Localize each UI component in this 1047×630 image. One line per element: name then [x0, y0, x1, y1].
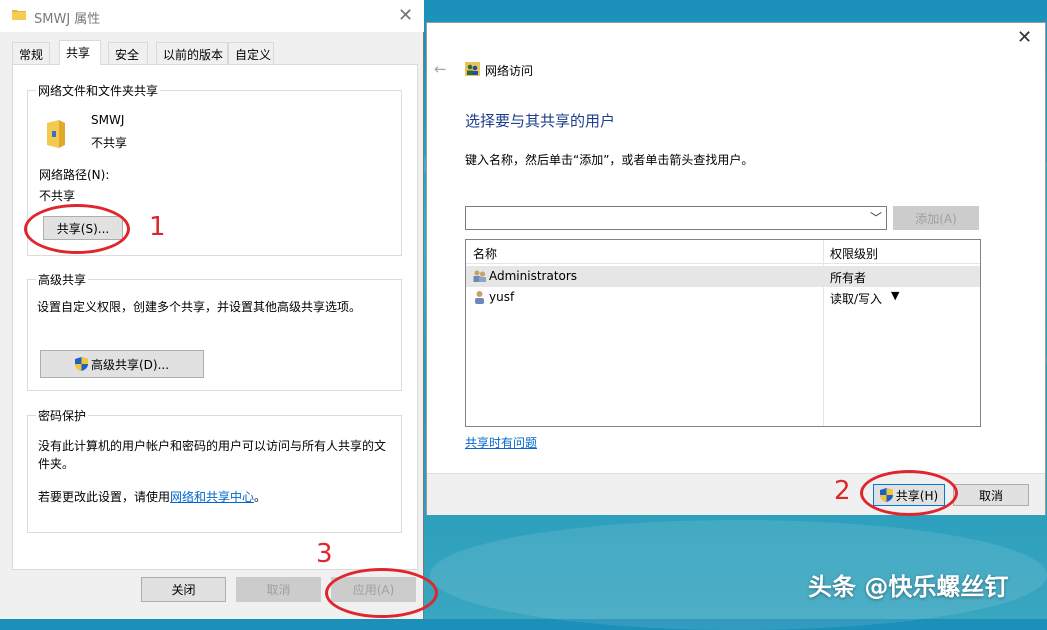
user-icon: [475, 291, 484, 304]
back-arrow-icon[interactable]: ←: [434, 60, 447, 78]
dialog-heading: 选择要与其共享的用户: [465, 112, 616, 130]
network-users-icon: [465, 62, 480, 76]
dialog-title: 网络访问: [485, 64, 534, 78]
tab-customize[interactable]: 自定义: [228, 42, 274, 64]
group-title: 网络文件和文件夹共享: [36, 82, 161, 99]
chevron-down-icon[interactable]: ﹀: [870, 209, 882, 226]
user-row[interactable]: Administrators 所有者: [466, 266, 980, 287]
advanced-sharing-group: 高级共享 设置自定义权限，创建多个共享，并设置其他高级共享选项。 高级共享(D)…: [27, 271, 402, 391]
password-description-line1: 没有此计算机的用户帐户和密码的用户可以访问与所有人共享的文: [38, 439, 387, 453]
user-permission: 所有者: [830, 271, 867, 285]
annotation-number-2: 2: [834, 476, 851, 506]
share-status: 不共享: [91, 136, 128, 150]
tab-sharing[interactable]: 共享: [59, 40, 101, 65]
annotation-ring-3: [325, 568, 438, 618]
tab-previous-versions[interactable]: 以前的版本: [156, 42, 228, 64]
group-title: 高级共享: [36, 271, 89, 288]
change-setting-text: 若要更改此设置，请使用网络和共享中心。: [38, 490, 267, 504]
sharing-tab-panel: 网络文件和文件夹共享 SMWJ 不共享 网络路径(N): 不共享 共享(S)..…: [12, 64, 418, 570]
watermark-text: 头条 @快乐螺丝钉: [808, 573, 1009, 601]
annotation-number-1: 1: [149, 212, 166, 242]
user-list: 名称 权限级别 Administrators 所有者 yusf 读取/写入 ▼: [465, 239, 981, 427]
annotation-ring-1: [24, 204, 130, 254]
password-description-line2: 件夹。: [38, 457, 75, 471]
add-button[interactable]: 添加(A): [893, 206, 979, 230]
dialog-instruction: 键入名称，然后单击“添加”，或者单击箭头查找用户。: [465, 153, 754, 167]
dialog-cancel-button[interactable]: 取消: [953, 484, 1029, 506]
close-icon[interactable]: ✕: [398, 5, 413, 26]
column-header-name[interactable]: 名称: [473, 245, 497, 262]
sharing-problems-link[interactable]: 共享时有问题: [465, 434, 537, 451]
network-path-value: 不共享: [39, 189, 76, 203]
user-permission[interactable]: 读取/写入: [830, 290, 882, 307]
advanced-sharing-description: 设置自定义权限，创建多个共享，并设置其他高级共享选项。: [37, 300, 362, 314]
permission-dropdown-icon[interactable]: ▼: [891, 289, 899, 302]
annotation-ring-2: [860, 470, 958, 516]
uac-shield-icon: [74, 357, 88, 371]
network-sharing-center-link[interactable]: 网络和共享中心: [170, 490, 254, 504]
folder-icon: [12, 10, 26, 20]
user-name: Administrators: [489, 269, 578, 283]
network-path-label: 网络路径(N):: [39, 168, 110, 182]
window-title: SMWJ 属性: [34, 12, 101, 27]
shared-folder-icon: [47, 120, 65, 148]
user-name-combobox[interactable]: ﹀: [465, 206, 887, 230]
network-access-dialog: ✕ ← 网络访问 选择要与其共享的用户 键入名称，然后单击“添加”，或者单击箭头…: [426, 22, 1046, 515]
close-icon[interactable]: ✕: [1017, 27, 1032, 48]
tab-security[interactable]: 安全: [108, 42, 148, 64]
annotation-number-3: 3: [316, 539, 333, 569]
user-row[interactable]: yusf 读取/写入 ▼: [466, 287, 980, 308]
group-title: 密码保护: [36, 407, 89, 424]
user-name: yusf: [489, 290, 515, 304]
advanced-sharing-button[interactable]: 高级共享(D)...: [40, 350, 204, 378]
tab-general[interactable]: 常规: [12, 42, 50, 64]
column-divider: [823, 240, 824, 426]
password-protection-group: 密码保护 没有此计算机的用户帐户和密码的用户可以访问与所有人共享的文 件夹。 若…: [27, 407, 402, 533]
group-icon: [473, 270, 486, 282]
folder-name: SMWJ: [91, 113, 125, 127]
close-button[interactable]: 关闭: [141, 577, 226, 602]
properties-titlebar: SMWJ 属性 ✕: [0, 0, 424, 32]
cancel-button[interactable]: 取消: [236, 577, 321, 602]
list-header: 名称 权限级别: [466, 240, 980, 264]
column-header-permission[interactable]: 权限级别: [830, 245, 878, 262]
properties-window: SMWJ 属性 ✕ 常规 共享 安全 以前的版本 自定义 网络文件和文件夹共享 …: [0, 0, 424, 619]
